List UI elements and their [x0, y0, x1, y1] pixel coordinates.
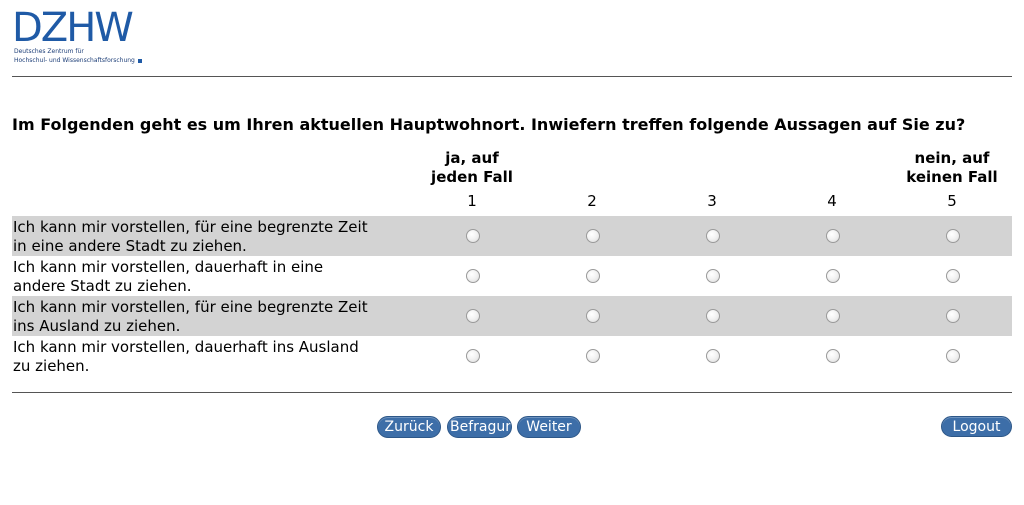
- question-text: Im Folgenden geht es um Ihren aktuellen …: [12, 115, 966, 134]
- radio-3[interactable]: [706, 229, 720, 243]
- radio-1[interactable]: [466, 269, 480, 283]
- radio-5[interactable]: [946, 269, 960, 283]
- scale-point-3: 3: [707, 192, 717, 210]
- survey-button[interactable]: Befragung: [447, 416, 512, 438]
- item-text: Ich kann mir vorstellen, dauerhaft in ei…: [13, 258, 423, 296]
- matrix-row: Ich kann mir vorstellen, dauerhaft in ei…: [12, 256, 1012, 296]
- radio-4[interactable]: [826, 269, 840, 283]
- logo-subtitle: Deutsches Zentrum für Hochschul- und Wis…: [14, 47, 142, 65]
- radio-2[interactable]: [586, 269, 600, 283]
- scale-point-1: 1: [467, 192, 477, 210]
- radio-4[interactable]: [826, 309, 840, 323]
- scale-label-low-line1: ja, auf: [445, 149, 499, 167]
- scale-label-high: nein, auf keinen Fall: [892, 149, 1012, 187]
- radio-2[interactable]: [586, 229, 600, 243]
- scale-label-low: ja, auf jeden Fall: [412, 149, 532, 187]
- scale-label-low-line2: jeden Fall: [431, 168, 513, 186]
- matrix-row: Ich kann mir vorstellen, dauerhaft ins A…: [12, 336, 1012, 376]
- item-text-line1: Ich kann mir vorstellen, für eine begren…: [13, 298, 368, 316]
- logo-subtitle-line1: Deutsches Zentrum für: [14, 48, 84, 55]
- item-text: Ich kann mir vorstellen, für eine begren…: [13, 218, 423, 256]
- scale-point-2: 2: [587, 192, 597, 210]
- radio-5[interactable]: [946, 229, 960, 243]
- radio-1[interactable]: [466, 309, 480, 323]
- logo-wordmark: DZHW: [12, 5, 134, 51]
- radio-5[interactable]: [946, 349, 960, 363]
- scale-label-high-line2: keinen Fall: [906, 168, 998, 186]
- item-text-line2: ins Ausland zu ziehen.: [13, 317, 181, 335]
- logout-button[interactable]: Logout: [941, 416, 1012, 437]
- matrix-row: Ich kann mir vorstellen, für eine begren…: [12, 296, 1012, 336]
- item-text-line2: in eine andere Stadt zu ziehen.: [13, 237, 247, 255]
- dzhw-logo: DZHW Deutsches Zentrum für Hochschul- un…: [12, 8, 152, 68]
- item-text-line1: Ich kann mir vorstellen, dauerhaft ins A…: [13, 338, 359, 356]
- item-text-line2: zu ziehen.: [13, 357, 90, 375]
- radio-4[interactable]: [826, 229, 840, 243]
- footer-divider: [12, 392, 1012, 393]
- radio-3[interactable]: [706, 349, 720, 363]
- item-text-line1: Ich kann mir vorstellen, dauerhaft in ei…: [13, 258, 324, 276]
- back-button[interactable]: Zurück: [377, 416, 441, 438]
- radio-1[interactable]: [466, 349, 480, 363]
- item-text: Ich kann mir vorstellen, dauerhaft ins A…: [13, 338, 423, 376]
- radio-3[interactable]: [706, 309, 720, 323]
- matrix-row: Ich kann mir vorstellen, für eine begren…: [12, 216, 1012, 256]
- radio-3[interactable]: [706, 269, 720, 283]
- scale-point-4: 4: [827, 192, 837, 210]
- logo-subtitle-line2: Hochschul- und Wissenschaftsforschung: [14, 56, 142, 65]
- next-button[interactable]: Weiter: [517, 416, 581, 438]
- item-text-line1: Ich kann mir vorstellen, für eine begren…: [13, 218, 368, 236]
- scale-label-high-line1: nein, auf: [914, 149, 990, 167]
- radio-5[interactable]: [946, 309, 960, 323]
- radio-2[interactable]: [586, 309, 600, 323]
- logo-square-icon: [137, 58, 142, 63]
- radio-4[interactable]: [826, 349, 840, 363]
- header-divider: [12, 76, 1012, 77]
- radio-2[interactable]: [586, 349, 600, 363]
- scale-point-5: 5: [947, 192, 957, 210]
- item-text: Ich kann mir vorstellen, für eine begren…: [13, 298, 423, 336]
- item-text-line2: andere Stadt zu ziehen.: [13, 277, 192, 295]
- radio-1[interactable]: [466, 229, 480, 243]
